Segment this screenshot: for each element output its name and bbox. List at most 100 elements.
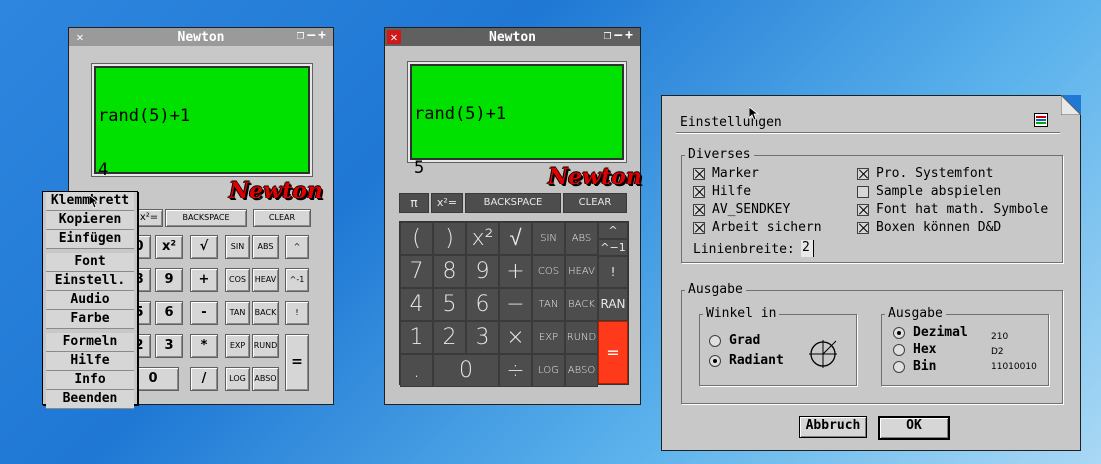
- checkbox-box[interactable]: [693, 185, 705, 198]
- close-icon[interactable]: ✕: [387, 30, 401, 44]
- settings-icon[interactable]: [1034, 113, 1048, 127]
- calc-button[interactable]: EXP: [225, 334, 250, 358]
- checkbox-boxen-dd[interactable]: Boxen können D&D: [857, 220, 1001, 235]
- maximize-icon[interactable]: +: [318, 28, 329, 43]
- calc-button[interactable]: ^: [285, 235, 309, 259]
- calc-button[interactable]: 1: [400, 321, 433, 354]
- calc-button[interactable]: √: [499, 222, 532, 255]
- calc-button[interactable]: -: [190, 301, 218, 325]
- calc-button[interactable]: 8: [433, 255, 466, 288]
- checkbox-box[interactable]: [857, 185, 869, 198]
- side-button[interactable]: RAN: [598, 288, 628, 321]
- calc-button[interactable]: .: [400, 354, 433, 387]
- linienbreite-input[interactable]: 2: [801, 240, 814, 257]
- calc-button[interactable]: ^-1: [285, 268, 309, 292]
- calc-button[interactable]: SIN: [532, 222, 565, 255]
- side-button[interactable]: !: [598, 256, 628, 288]
- calc-button[interactable]: ABS: [565, 222, 598, 255]
- calc-button[interactable]: (: [400, 222, 433, 255]
- maximize-icon[interactable]: +: [625, 28, 636, 43]
- calc-button[interactable]: HEAV: [252, 268, 279, 292]
- close-icon[interactable]: ✕: [73, 30, 87, 44]
- radio-hex[interactable]: Hex: [893, 342, 936, 357]
- equals-button[interactable]: =: [598, 321, 628, 384]
- checkbox-av-sendkey[interactable]: AV_SENDKEY: [693, 202, 790, 217]
- radio-dot[interactable]: [893, 343, 905, 356]
- calc-button[interactable]: 3: [155, 334, 183, 358]
- window-controls[interactable]: ❐–+: [604, 28, 636, 43]
- titlebar[interactable]: ✕ Newton ❐–+: [385, 28, 640, 46]
- window-controls[interactable]: ❐–+: [297, 28, 329, 43]
- radio-dot[interactable]: [709, 354, 721, 367]
- radio-dezimal[interactable]: Dezimal: [893, 325, 968, 340]
- radio-dot[interactable]: [709, 334, 721, 347]
- dialog-corner-fold-icon[interactable]: [1061, 95, 1081, 115]
- calc-button[interactable]: 7: [400, 255, 433, 288]
- calc-button[interactable]: 0: [433, 354, 499, 387]
- checkbox-font-math[interactable]: Font hat math. Symbole: [857, 202, 1048, 217]
- calc-button[interactable]: 6: [466, 288, 499, 321]
- calc-button[interactable]: 4: [400, 288, 433, 321]
- menu-item-formeln[interactable]: Formeln: [46, 333, 134, 352]
- calc-button[interactable]: +: [499, 255, 532, 288]
- menu-item-farbe[interactable]: Farbe: [46, 310, 134, 329]
- backspace-button[interactable]: BACKSPACE: [165, 209, 247, 227]
- menu-item-hilfe[interactable]: Hilfe: [46, 352, 134, 371]
- titlebar[interactable]: ✕ Newton ❐–+: [69, 28, 333, 46]
- menu-item-audio[interactable]: Audio: [46, 291, 134, 310]
- checkbox-box[interactable]: [857, 167, 869, 180]
- checkbox-marker[interactable]: Marker: [693, 166, 759, 181]
- calc-button[interactable]: ÷: [499, 354, 532, 387]
- calc-button[interactable]: LOG: [225, 367, 250, 391]
- radio-radiant[interactable]: Radiant: [709, 353, 784, 368]
- iconify-icon[interactable]: ❐: [604, 28, 615, 43]
- checkbox-pro-systemfont[interactable]: Pro. Systemfont: [857, 166, 993, 181]
- calc-button[interactable]: BACK: [252, 301, 279, 325]
- calc-button[interactable]: x²: [155, 235, 183, 259]
- calc-button[interactable]: +: [190, 268, 218, 292]
- checkbox-arbeit-sichern[interactable]: Arbeit sichern: [693, 220, 822, 235]
- minimize-icon[interactable]: –: [307, 28, 318, 43]
- menu-item-beenden[interactable]: Beenden: [46, 390, 134, 409]
- xsquare-eq-button[interactable]: x²=: [431, 193, 463, 213]
- menu-item-info[interactable]: Info: [46, 371, 134, 390]
- checkbox-sample-abspielen[interactable]: Sample abspielen: [857, 184, 1001, 199]
- checkbox-box[interactable]: [693, 221, 705, 234]
- menu-item-einfuegen[interactable]: Einfügen: [46, 230, 134, 249]
- menu-item-font[interactable]: Font: [46, 253, 134, 272]
- calc-button[interactable]: RUND: [565, 321, 598, 354]
- calc-button[interactable]: 5: [433, 288, 466, 321]
- calc-button[interactable]: 6: [155, 301, 183, 325]
- side-button[interactable]: ^−1: [598, 239, 628, 256]
- checkbox-box[interactable]: [693, 203, 705, 216]
- checkbox-box[interactable]: [857, 221, 869, 234]
- calc-button[interactable]: ABS: [252, 235, 279, 259]
- calc-button[interactable]: *: [190, 334, 218, 358]
- calc-button[interactable]: /: [190, 367, 218, 391]
- menu-item-einstell[interactable]: Einstell.: [46, 272, 134, 291]
- radio-dot[interactable]: [893, 326, 905, 339]
- calc-button[interactable]: COS: [532, 255, 565, 288]
- minimize-icon[interactable]: –: [614, 28, 625, 43]
- pi-button[interactable]: π: [399, 193, 429, 213]
- calc-button[interactable]: RUND: [252, 334, 279, 358]
- radio-dot[interactable]: [893, 360, 905, 373]
- calc-button[interactable]: −: [499, 288, 532, 321]
- calc-button[interactable]: BACK: [565, 288, 598, 321]
- calc-button[interactable]: ×: [499, 321, 532, 354]
- iconify-icon[interactable]: ❐: [297, 28, 308, 43]
- equals-button[interactable]: =: [285, 334, 309, 391]
- clear-button[interactable]: CLEAR: [253, 209, 311, 227]
- checkbox-box[interactable]: [857, 203, 869, 216]
- calc-button[interactable]: 9: [155, 268, 183, 292]
- radio-bin[interactable]: Bin: [893, 359, 936, 374]
- calc-button[interactable]: EXP: [532, 321, 565, 354]
- ok-button[interactable]: OK: [878, 416, 950, 440]
- clear-button[interactable]: CLEAR: [563, 193, 627, 213]
- menu-item-kopieren[interactable]: Kopieren: [46, 211, 134, 230]
- calc-button[interactable]: HEAV: [565, 255, 598, 288]
- backspace-button[interactable]: BACKSPACE: [465, 193, 561, 213]
- calc-button[interactable]: TAN: [225, 301, 250, 325]
- abbruch-button[interactable]: Abbruch: [799, 416, 867, 438]
- calc-button[interactable]: LOG: [532, 354, 565, 387]
